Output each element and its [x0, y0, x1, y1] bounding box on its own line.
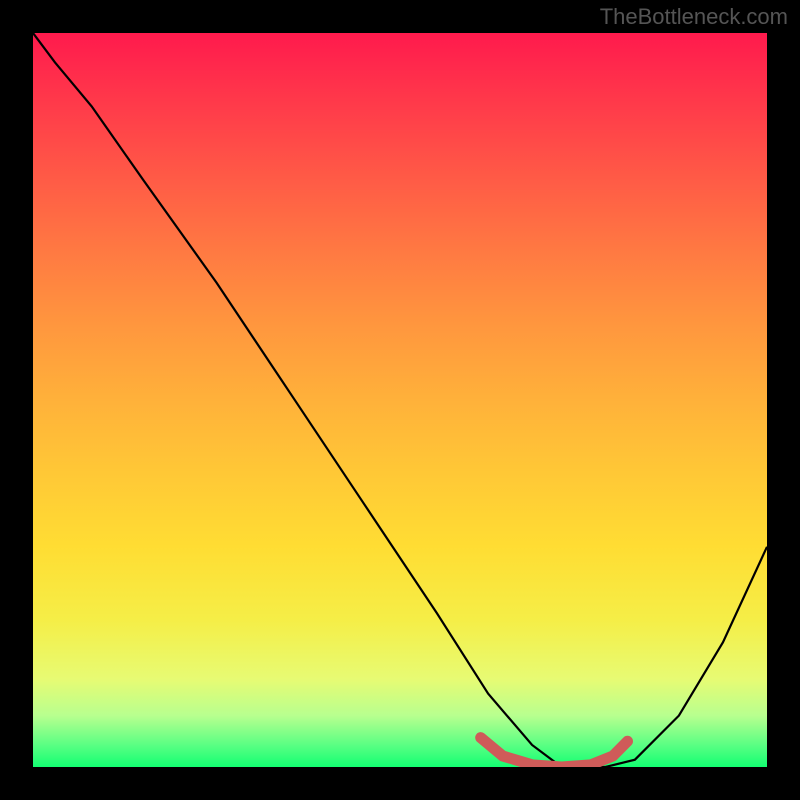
chart-svg [33, 33, 767, 767]
main-curve [33, 33, 767, 767]
watermark-text: TheBottleneck.com [600, 4, 788, 30]
highlight-curve [481, 738, 628, 767]
chart-gradient-area [33, 33, 767, 767]
